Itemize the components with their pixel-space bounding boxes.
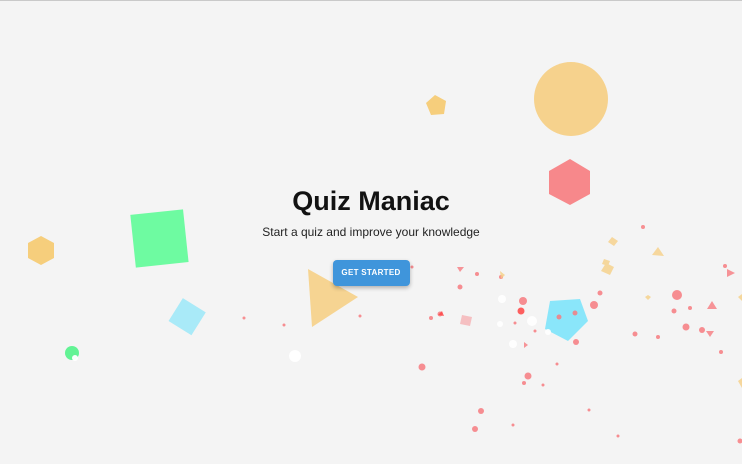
- get-started-button[interactable]: GET STARTED: [332, 260, 410, 286]
- confetti-circle-large: [534, 62, 608, 136]
- landing-page: Quiz Maniac Start a quiz and improve you…: [0, 0, 742, 464]
- hero-section: Quiz Maniac Start a quiz and improve you…: [0, 185, 742, 286]
- app-subtitle: Start a quiz and improve your knowledge: [262, 225, 480, 239]
- confetti-pentagon-cyan: [545, 299, 588, 341]
- confetti-pentagon-small: [426, 95, 446, 115]
- app-title: Quiz Maniac: [292, 186, 450, 216]
- confetti-square-blue: [168, 298, 206, 336]
